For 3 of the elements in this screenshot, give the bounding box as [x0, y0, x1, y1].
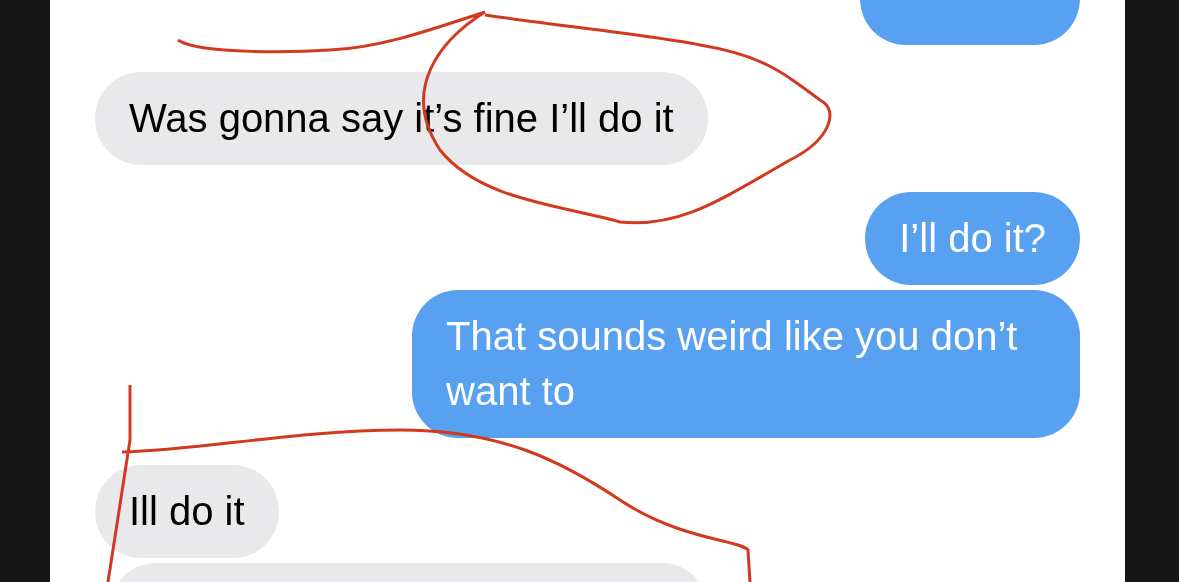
- message-bubble: I’ll do it?: [865, 192, 1080, 285]
- message-bubble: That sounds weird like you don’t want to: [412, 290, 1080, 438]
- message-bubble: Ill do it: [95, 465, 279, 558]
